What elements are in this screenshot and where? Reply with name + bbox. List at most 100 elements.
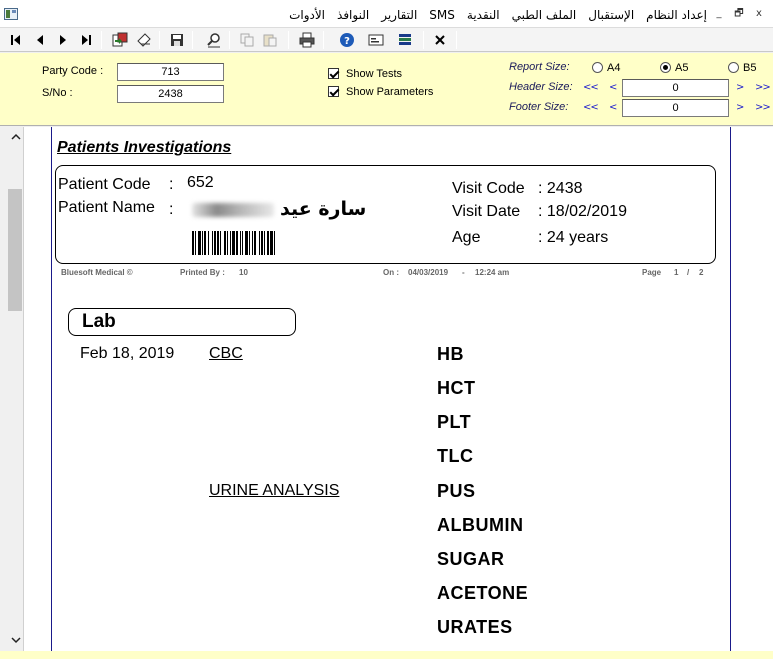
app-icon[interactable] xyxy=(4,8,18,20)
save-button[interactable] xyxy=(166,29,188,50)
page-margin-left xyxy=(51,127,52,651)
test-name: PUS xyxy=(437,481,476,501)
previous-page-button[interactable] xyxy=(29,29,51,50)
footer-size-back-button[interactable]: < xyxy=(609,102,617,113)
test-group-urine-analysis: URINE ANALYSIS xyxy=(209,482,340,499)
left-edge xyxy=(0,127,7,651)
menu-item-sms[interactable]: SMS xyxy=(429,8,455,22)
size-b5-label: B5 xyxy=(743,62,757,74)
report-preview: Patients Investigations Patient Code : 6… xyxy=(24,127,760,651)
toolbar-separator xyxy=(288,31,289,49)
minimize-button[interactable]: _ xyxy=(711,7,727,22)
test-name: ACETONE xyxy=(437,583,529,603)
footer-brand: Bluesoft Medical © xyxy=(61,268,133,277)
size-a5-radio[interactable] xyxy=(660,62,671,73)
patient-name-value: سارة عيد xyxy=(280,198,367,220)
menu-item-reports[interactable]: التقارير xyxy=(381,8,417,22)
scroll-up-button[interactable] xyxy=(7,129,24,146)
size-b5-radio[interactable] xyxy=(728,62,739,73)
page-total: 2 xyxy=(699,268,704,277)
export-button[interactable] xyxy=(109,29,131,50)
toolbar-separator xyxy=(101,31,102,49)
restore-button[interactable]: 🗗 xyxy=(731,7,747,22)
test-name: TLC xyxy=(437,446,474,466)
header-size-forward-fast-button[interactable]: >> xyxy=(755,82,771,93)
size-a4-label: A4 xyxy=(607,62,621,74)
main-menu: إعداد النظام الإستقبال الملف الطبي النقد… xyxy=(289,8,707,22)
copy-icon xyxy=(240,33,254,46)
test-name: SUGAR xyxy=(437,549,505,569)
toolbar-separator xyxy=(159,31,160,49)
report-parameters-panel: Party Code : 713 S/No : 2438 Show Tests … xyxy=(0,53,773,126)
toolbar-separator xyxy=(192,31,193,49)
help-button[interactable]: ? xyxy=(336,29,358,50)
footer-size-input[interactable]: 0 xyxy=(622,99,729,117)
redacted-name xyxy=(192,203,274,217)
vertical-scrollbar[interactable] xyxy=(7,127,24,651)
test-name: PLT xyxy=(437,412,472,432)
show-parameters-label: Show Parameters xyxy=(346,86,434,98)
next-page-icon xyxy=(60,34,66,45)
close-report-button[interactable] xyxy=(429,29,451,50)
email-button[interactable] xyxy=(365,29,387,50)
menu-item-system-setup[interactable]: إعداد النظام xyxy=(646,8,707,22)
header-size-forward-button[interactable]: > xyxy=(736,82,744,93)
visit-code-label: Visit Code xyxy=(452,180,525,197)
help-icon: ? xyxy=(340,32,354,47)
page-margin-right xyxy=(730,127,731,651)
party-code-input[interactable]: 713 xyxy=(117,63,224,81)
age-label: Age xyxy=(452,229,481,246)
copy-button[interactable] xyxy=(236,29,258,50)
footer-size-forward-button[interactable]: > xyxy=(736,102,744,113)
chevron-up-icon xyxy=(10,133,21,140)
toolbar: ? xyxy=(0,28,773,52)
first-page-button[interactable] xyxy=(5,29,27,50)
header-size-label: Header Size: xyxy=(509,81,573,93)
stack-button[interactable] xyxy=(394,29,416,50)
scroll-down-button[interactable] xyxy=(7,632,24,649)
menu-item-windows[interactable]: النوافذ xyxy=(337,8,369,22)
report-size-label: Report Size: xyxy=(509,61,570,73)
test-name: HB xyxy=(437,344,464,364)
test-name: URATES xyxy=(437,617,513,637)
menu-item-tools[interactable]: الأدوات xyxy=(289,8,325,22)
menu-bar: إعداد النظام الإستقبال الملف الطبي النقد… xyxy=(0,0,773,28)
eraser-button[interactable] xyxy=(133,29,155,50)
stack-icon xyxy=(399,33,411,45)
scroll-thumb[interactable] xyxy=(8,189,22,311)
patient-code-value: 652 xyxy=(187,174,214,191)
sno-input[interactable]: 2438 xyxy=(117,85,224,103)
size-a5-label: A5 xyxy=(675,62,689,74)
email-icon xyxy=(368,34,384,45)
chevron-down-icon xyxy=(10,637,21,644)
export-icon xyxy=(112,32,128,46)
close-window-button[interactable]: x xyxy=(751,7,767,22)
menu-item-medical-file[interactable]: الملف الطبي xyxy=(512,8,577,22)
barcode-icon xyxy=(192,231,275,255)
header-size-input[interactable]: 0 xyxy=(622,79,729,97)
last-page-button[interactable] xyxy=(75,29,97,50)
toolbar-separator xyxy=(229,31,230,49)
print-button[interactable] xyxy=(296,29,318,50)
next-page-button[interactable] xyxy=(52,29,74,50)
close-icon xyxy=(435,34,445,45)
printed-by-label: Printed By : xyxy=(180,268,225,277)
status-strip xyxy=(0,651,773,659)
zoom-button[interactable] xyxy=(203,29,225,50)
header-size-back-button[interactable]: < xyxy=(609,82,617,93)
footer-size-back-fast-button[interactable]: << xyxy=(583,102,599,113)
show-tests-label: Show Tests xyxy=(346,68,403,80)
test-name: HCT xyxy=(437,378,476,398)
paste-button[interactable] xyxy=(259,29,281,50)
toolbar-separator xyxy=(456,31,457,49)
page-separator: / xyxy=(687,268,690,277)
menu-item-reception[interactable]: الإستقبال xyxy=(588,8,634,22)
show-tests-checkbox[interactable] xyxy=(328,68,339,79)
show-parameters-checkbox[interactable] xyxy=(328,86,339,97)
footer-size-forward-fast-button[interactable]: >> xyxy=(755,102,771,113)
size-a4-radio[interactable] xyxy=(592,62,603,73)
menu-item-cash[interactable]: النقدية xyxy=(467,8,500,22)
header-size-back-fast-button[interactable]: << xyxy=(583,82,599,93)
toolbar-separator xyxy=(323,31,324,49)
report-title: Patients Investigations xyxy=(57,139,232,156)
